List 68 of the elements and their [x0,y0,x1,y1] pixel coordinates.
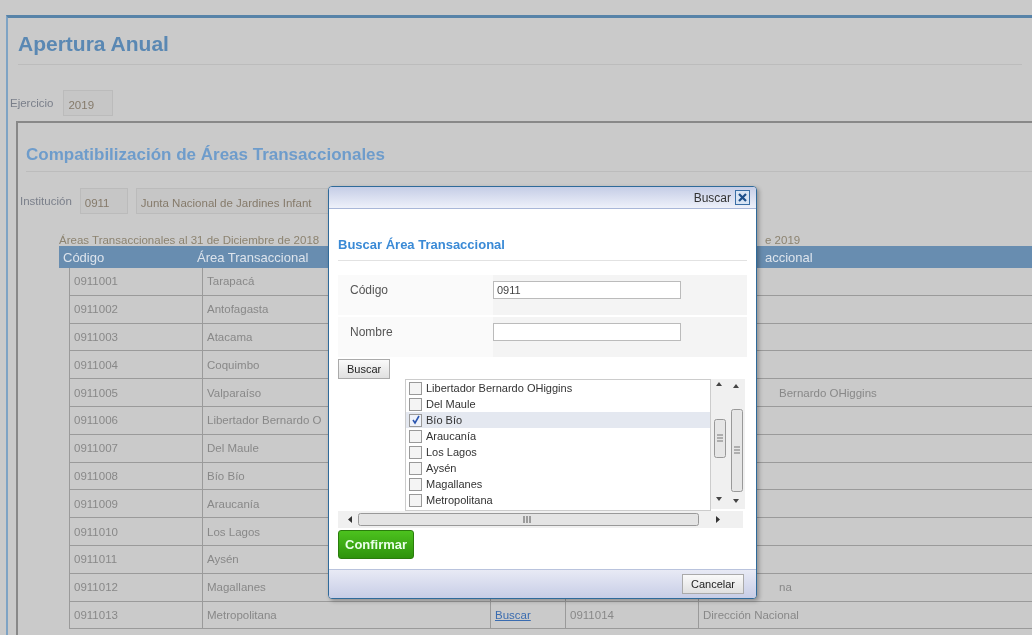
table-cell: 0911011 [74,553,118,566]
table-cell: 0911002 [74,303,118,316]
section-title: Compatibilización de Áreas Transaccionales [26,145,386,164]
column-header: Área Transaccional [197,249,309,265]
list-item[interactable]: Bío Bío [406,412,710,428]
table-cell: Dirección Nacional [703,608,799,621]
institucion-code-field: 0911 [79,188,128,214]
table-cell: Aysén [207,553,239,566]
page-title: Apertura Anual [18,32,169,55]
table-cell: 0911009 [74,497,118,510]
table-cell: Libertador Bernardo O [207,414,322,427]
table-cell: 0911003 [74,331,118,343]
table-cell: Bío Bío [207,469,245,482]
field-label: Nombre [350,325,393,339]
table-cell: 0911004 [74,358,118,371]
checkbox[interactable] [409,397,422,411]
checkbox[interactable] [409,477,422,491]
checkbox[interactable] [409,445,422,459]
table-cell: Bernardo OHiggins [779,386,877,399]
table-cell: Valparaíso [207,386,262,399]
list-item[interactable]: Araucanía [406,428,710,444]
ejercicio-field: 2019 [63,90,114,116]
table-cell: 0911014 [570,608,614,621]
input-field[interactable] [493,323,681,341]
table-cell: 0911013 [74,608,118,621]
list-item[interactable]: Magallanes [406,476,710,492]
table-cell: 0911001 [74,275,118,288]
list-item[interactable]: Libertador Bernardo OHiggins [406,380,710,396]
list-item[interactable]: Metropolitana [406,492,710,508]
table-cell: Atacama [207,331,253,343]
table-cell: 0911005 [74,386,118,399]
table-cell: Antofagasta [207,303,269,316]
table-cell: na [779,581,792,594]
close-icon[interactable] [735,190,750,205]
table-cell: Coquimbo [207,358,260,371]
table-cell: Los Lagos [207,525,261,538]
list-item[interactable]: Los Lagos [406,444,710,460]
search-button[interactable]: Buscar [338,359,391,379]
list-item[interactable]: Del Maule [406,396,710,412]
table-cell: Araucanía [207,497,260,510]
institucion-label: Institución [20,195,72,207]
horizontal-scrollbar-drawing[interactable] [338,511,743,528]
table-caption: Áreas Transaccionales al 31 de Diciembre de 2018 [59,234,320,246]
table-cell: 0911010 [74,525,118,538]
column-header: accional [765,249,813,265]
list-item[interactable]: Aysén [406,460,710,476]
cancel-button[interactable]: Cancelar [681,574,744,594]
table-cell: Magallanes [207,581,266,594]
table-cell: 0911007 [74,442,118,455]
dialog-title: Buscar [693,190,731,205]
checkbox[interactable] [409,461,422,475]
table-cell: 0911012 [74,581,118,594]
field-label: Código [350,283,389,297]
checkbox[interactable] [409,429,422,443]
table-caption: e 2019 [765,234,801,246]
input-field[interactable]: 0911 [493,281,681,299]
checkbox[interactable] [409,381,422,395]
checkbox[interactable] [409,413,422,427]
column-header: Código [63,249,105,265]
dialog-heading: Buscar Área Transaccional [338,237,747,261]
table-cell: 0911008 [74,469,118,482]
table-cell: 0911006 [74,414,118,427]
table-cell: Del Maule [207,442,259,455]
ejercicio-label: Ejercicio [10,97,54,109]
checkbox[interactable] [409,493,422,507]
vertical-scrollbar-drawing[interactable] [711,379,745,509]
table-cell: Metropolitana [207,608,277,621]
table-cell: Tarapacá [207,275,255,288]
